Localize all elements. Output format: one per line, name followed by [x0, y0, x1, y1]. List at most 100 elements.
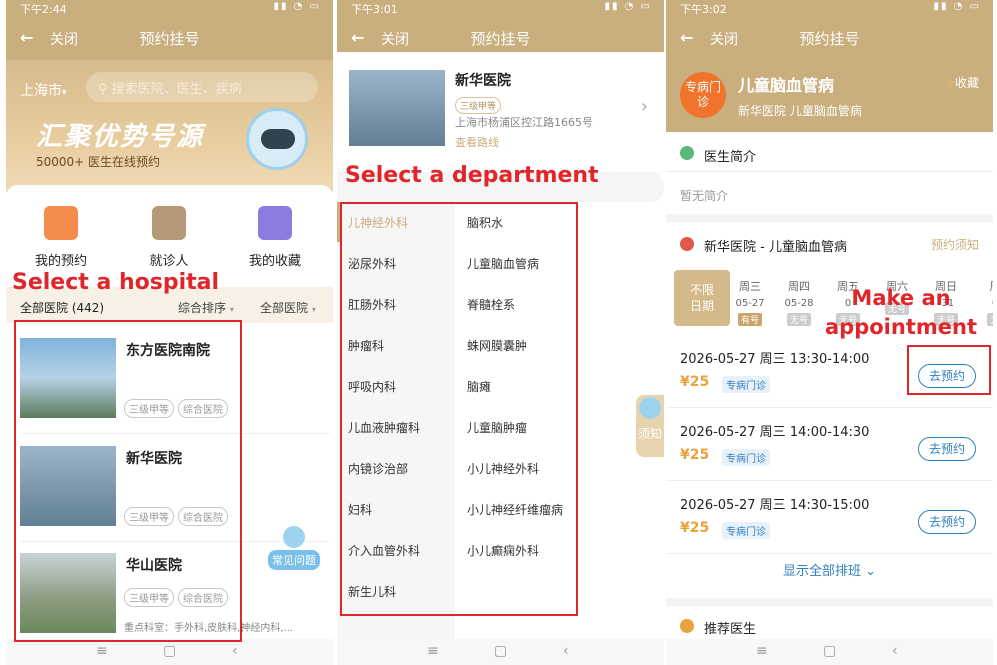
annotation-select-department: Select a department — [345, 163, 599, 188]
grade-tag: 三级甲等 — [124, 588, 174, 607]
department-item[interactable]: 脊髓栓系 — [467, 296, 515, 313]
type-tag: 综合医院 — [178, 588, 228, 607]
status-time: 下午3:02 — [680, 3, 727, 16]
page-title: 预约挂号 — [139, 30, 200, 48]
book-button[interactable]: 去预约 — [918, 510, 976, 534]
menu-icon[interactable]: ≡ — [96, 643, 108, 659]
book-button[interactable]: 去预约 — [918, 437, 976, 461]
department-category-item[interactable]: 呼吸内科 — [348, 378, 396, 395]
date-option[interactable]: 周四 05-28 无号 — [779, 278, 819, 326]
title-bar: 下午2:44 ▮▮ ◔ ▭ ← 关闭 预约挂号 — [6, 0, 333, 60]
clinic-badge: 专病门诊 — [680, 72, 726, 118]
department-item[interactable]: 小儿神经外科 — [467, 460, 539, 477]
notice-button[interactable]: 须知 — [636, 395, 664, 457]
home-icon[interactable]: ▢ — [823, 643, 836, 659]
back-icon[interactable]: ‹ — [232, 643, 238, 659]
department-item[interactable]: 小儿癫痫外科 — [467, 542, 539, 559]
caret-down-icon: ▾ — [62, 88, 67, 98]
hospital-photo — [20, 446, 116, 526]
department-category-item[interactable]: 妇科 — [348, 501, 372, 518]
search-icon: ⚲ — [98, 82, 112, 97]
hospital-name: 华山医院 — [126, 558, 182, 574]
department-category-item[interactable]: 新生儿科 — [348, 583, 396, 600]
hospital-name: 新华医院 — [455, 73, 511, 89]
divider — [666, 214, 993, 222]
search-placeholder: 搜索医院、医生、疾病 — [111, 82, 242, 97]
my-appointments-button[interactable]: 我的预约 — [16, 200, 106, 269]
notice-label: 须知 — [637, 427, 662, 441]
department-item[interactable]: 儿童脑肿瘤 — [467, 419, 527, 436]
favorite-button[interactable]: ☆收藏 — [944, 74, 979, 91]
patient-button[interactable]: 就诊人 — [124, 200, 214, 269]
department-item[interactable]: 小儿神经纤维瘤病 — [467, 501, 563, 518]
department-item[interactable]: 脑瘫 — [467, 378, 491, 395]
back-icon[interactable]: ‹ — [563, 643, 569, 659]
back-icon[interactable]: ‹ — [892, 643, 898, 659]
department-item[interactable]: 儿童脑血管病 — [467, 255, 539, 272]
slot-price: ¥25 — [680, 374, 710, 390]
title-bar: 下午3:01 ▮▮ ◔ ▭ ← 关闭 预约挂号 — [337, 0, 664, 60]
divider — [666, 598, 993, 606]
book-button[interactable]: 去预约 — [918, 364, 976, 388]
faq-button[interactable]: 常见问题 — [268, 526, 320, 570]
status-icons: ▮▮ ◔ ▭ — [933, 1, 981, 12]
menu-icon[interactable]: ≡ — [756, 643, 768, 659]
page-title: 预约挂号 — [470, 30, 531, 48]
mascot-icon — [639, 397, 661, 419]
annotation-make-appointment: Make an appointment — [825, 286, 977, 339]
department-category-item[interactable]: 介入血管外科 — [348, 542, 420, 559]
clinic-type-tag: 专病门诊 — [722, 449, 770, 466]
all-hospitals-count[interactable]: 全部医院 (442) — [20, 299, 104, 316]
time-slot-row: 2026-05-27 周三 14:00-14:30 ¥25 专病门诊 去预约 — [666, 409, 993, 481]
hospital-photo — [20, 338, 116, 418]
faq-label: 常见问题 — [268, 550, 320, 570]
search-input[interactable]: ⚲ 搜索医院、医生、疾病 — [86, 72, 318, 102]
hospital-address: 上海市杨浦区控江路1665号 — [455, 116, 593, 129]
mascot-icon — [283, 526, 305, 548]
doctor-icon — [680, 146, 694, 160]
department-item[interactable]: 蛛网膜囊肿 — [467, 337, 527, 354]
availability-tag: 有号 — [737, 313, 762, 326]
time-slot-row: 2026-05-27 周三 13:30-14:00 ¥25 专病门诊 去预约 — [666, 336, 993, 408]
schedule-screen: 下午3:02 ▮▮ ◔ ▭ ← 关闭 预约挂号 专病门诊 儿童脑血管病 新华医院… — [666, 0, 993, 665]
weekday-label: 周四 — [788, 280, 810, 293]
show-all-schedule-button[interactable]: 显示全部排班 ⌄ — [666, 560, 993, 579]
banner-subtitle: 50000+ 医生在线预约 — [36, 155, 161, 169]
department-screen: 下午3:01 ▮▮ ◔ ▭ ← 关闭 预约挂号 新华医院 三级甲等 上海市杨浦区… — [337, 0, 664, 665]
hospital-list-screen: 下午2:44 ▮▮ ◔ ▭ ← 关闭 预约挂号 上海市▾ ⚲ 搜索医院、医生、疾… — [6, 0, 333, 665]
department-category-item[interactable]: 泌尿外科 — [348, 255, 396, 272]
date-option[interactable]: 周三 05-27 有号 — [730, 278, 770, 326]
department-category-item[interactable]: 儿血液肿瘤科 — [348, 419, 420, 436]
star-icon: ☆ — [944, 76, 955, 90]
intro-text: 暂无简介 — [680, 189, 729, 203]
department-item[interactable]: 脑积水 — [467, 214, 503, 231]
home-icon[interactable]: ▢ — [163, 643, 176, 659]
home-icon[interactable]: ▢ — [494, 643, 507, 659]
unlimited-date-button[interactable]: 不限日期 — [674, 270, 730, 326]
view-route-link[interactable]: 查看路线 — [455, 134, 499, 150]
sort-dropdown[interactable]: 综合排序 ▾ — [178, 299, 234, 316]
hospital-type-dropdown[interactable]: 全部医院 ▾ — [260, 299, 316, 316]
caret-down-icon: ▾ — [311, 305, 316, 314]
my-favorites-button[interactable]: 我的收藏 — [230, 200, 320, 269]
quick-label: 就诊人 — [149, 254, 189, 269]
hospital-info-card[interactable]: 新华医院 三级甲等 上海市杨浦区控江路1665号 查看路线 › — [337, 52, 664, 172]
grade-tag: 三级甲等 — [124, 507, 174, 526]
department-category-item[interactable]: 肛肠外科 — [348, 296, 396, 313]
type-tag: 综合医院 — [178, 507, 228, 526]
section-title: 医生简介 — [704, 150, 757, 165]
title-bar: 下午3:02 ▮▮ ◔ ▭ ← 关闭 预约挂号 — [666, 0, 993, 60]
doctor-icon — [680, 619, 694, 633]
department-category-item[interactable]: 肿瘤科 — [348, 337, 384, 354]
department-category-item[interactable]: 内镜诊治部 — [348, 460, 408, 477]
grade-tag: 三级甲等 — [124, 399, 174, 418]
department-category-item[interactable]: 儿神经外科 — [348, 214, 408, 231]
system-nav-bar: ≡ ▢ ‹ — [337, 639, 664, 665]
clinic-type-tag: 专病门诊 — [722, 376, 770, 393]
slot-price: ¥25 — [680, 447, 710, 463]
menu-icon[interactable]: ≡ — [427, 643, 439, 659]
city-selector[interactable]: 上海市▾ — [20, 80, 67, 100]
hospital-card[interactable]: 东方医院南院 三级甲等 综合医院 — [20, 330, 330, 434]
id-card-icon — [152, 206, 186, 240]
booking-notice-link[interactable]: 预约须知 — [931, 236, 979, 253]
